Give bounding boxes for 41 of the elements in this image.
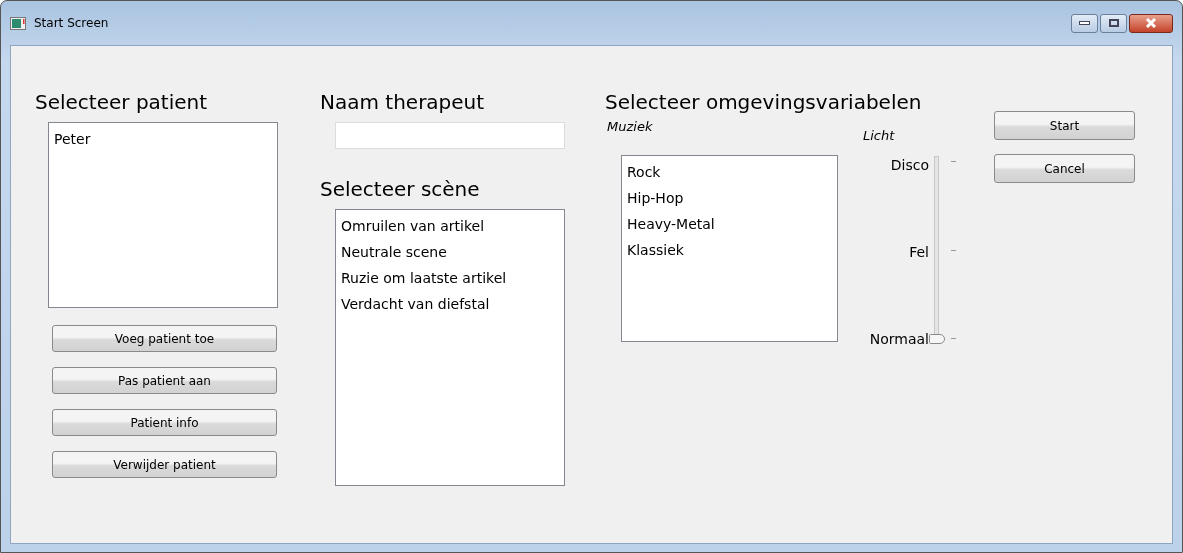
patient-button[interactable]: Verwijder patient [52,451,277,478]
light-label: Licht [863,128,896,143]
list-item[interactable]: Heavy-Metal [627,211,832,237]
patient-button[interactable]: Voeg patient toe [52,325,277,352]
minimize-button[interactable] [1071,13,1098,33]
minimize-icon [1079,21,1090,25]
dialog-button[interactable]: Start [994,111,1135,140]
patient-list[interactable]: Peter [48,122,278,308]
music-list[interactable]: Rock Hip-Hop Heavy-Metal Klassiek [621,155,838,342]
list-item[interactable]: Hip-Hop [627,185,832,211]
list-item[interactable]: Peter [54,126,272,152]
list-item[interactable]: Klassiek [627,237,832,263]
slider-thumb[interactable] [929,334,945,344]
dialog-button[interactable]: Cancel [994,154,1135,183]
light-slider[interactable] [929,156,945,344]
tick-mark [951,249,956,251]
music-label: Muziek [607,119,654,134]
list-item[interactable]: Omruilen van artikel [341,213,559,239]
section-heading: Selecteer scène [320,177,481,201]
maximize-icon [1108,19,1119,27]
tick-mark [951,338,956,339]
section-heading: Naam therapeut [320,90,486,114]
maximize-button[interactable] [1100,13,1127,33]
patient-button[interactable]: Patient info [52,409,277,436]
close-icon [1145,18,1157,28]
scene-list[interactable]: Omruilen van artikel Neutrale scene Ruzie om laatste artikel Verdacht van diefstal [335,209,565,486]
patient-button[interactable]: Pas patient aan [52,367,277,394]
window-title: Start Screen [34,16,110,30]
slider-label: Fel [908,244,929,260]
section-heading: Selecteer omgevingsvariabelen [605,90,923,114]
list-item[interactable]: Neutrale scene [341,239,559,265]
list-item[interactable]: Ruzie om laatste artikel [341,265,559,291]
app-icon [10,16,26,30]
section-heading: Selecteer patient [35,90,209,114]
list-item[interactable]: Rock [627,159,832,185]
slider-label: Normaal [868,331,929,347]
slider-label: Disco [889,157,929,173]
therapist-name-field[interactable] [335,122,565,149]
close-button[interactable] [1129,13,1173,33]
tick-mark [951,161,956,162]
list-item[interactable]: Verdacht van diefstal [341,291,559,317]
